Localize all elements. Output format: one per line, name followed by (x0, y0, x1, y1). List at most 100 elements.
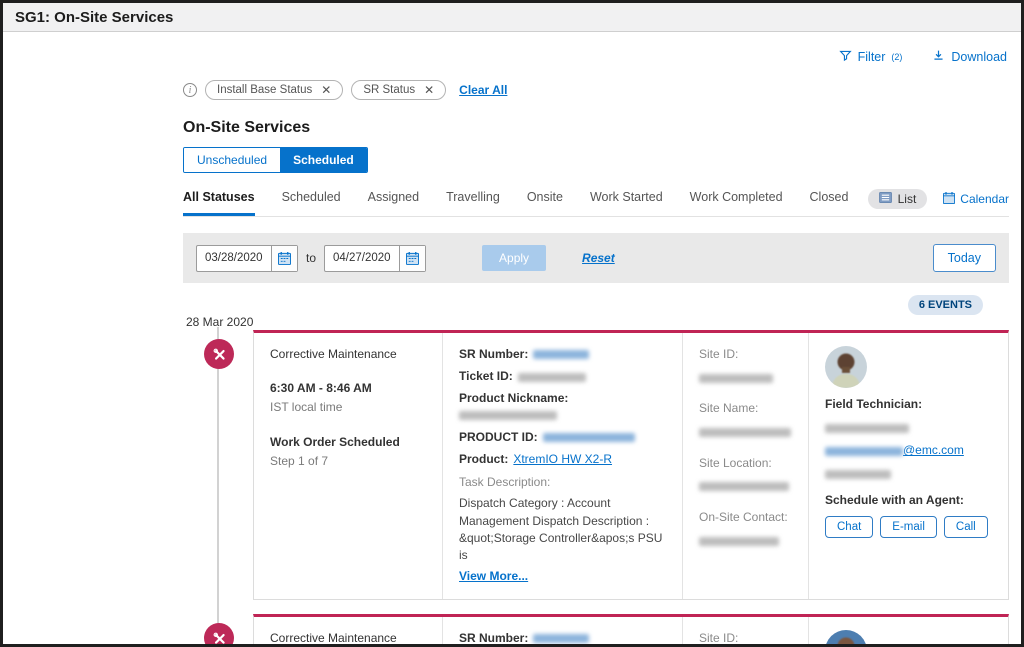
event-summary-column: Corrective Maintenance 6:30 AM - 8:46 AM… (254, 333, 442, 599)
product-label: Product: (459, 452, 508, 466)
site-info-column: Site ID: Site Name: Site Location: On-Si… (682, 333, 808, 599)
page-title: On-Site Services (183, 119, 1009, 137)
filter-label: Filter (858, 50, 886, 64)
technician-name-redacted (825, 424, 909, 433)
status-tabs-row: All Statuses Scheduled Assigned Travelli… (183, 189, 1009, 217)
tab-onsite[interactable]: Onsite (527, 190, 563, 216)
today-button[interactable]: Today (933, 244, 996, 272)
filter-button[interactable]: Filter(2) (839, 49, 903, 65)
events-timeline: 28 Mar 2020 Corrective Maintenance 6:30 … (183, 317, 1009, 647)
sr-number-label: SR Number: (459, 631, 528, 645)
end-date-group (324, 245, 426, 272)
close-icon[interactable]: ✕ (424, 84, 434, 96)
tab-work-completed[interactable]: Work Completed (690, 190, 783, 216)
onsite-contact-value-redacted (699, 537, 779, 546)
event-step: Step 1 of 7 (270, 453, 426, 469)
calendar-icon (943, 192, 955, 207)
ticket-id-label: Ticket ID: (459, 369, 513, 383)
technician-column: Field Technician: @emc.com Schedule with… (808, 617, 1008, 647)
email-button[interactable]: E-mail (880, 516, 937, 538)
sr-number-value-redacted[interactable] (533, 350, 589, 359)
product-nickname-value-redacted (459, 411, 557, 420)
site-id-value-redacted (699, 374, 773, 383)
view-more-link[interactable]: View More... (459, 568, 528, 584)
list-view-button[interactable]: List (868, 189, 928, 209)
task-description-label: Task Description: (459, 474, 666, 490)
event-type: Corrective Maintenance (270, 630, 426, 646)
event-card: Corrective Maintenance 9:30 AM - 11:17 A… (253, 614, 1009, 647)
download-icon (932, 49, 945, 65)
status-tabs: All Statuses Scheduled Assigned Travelli… (183, 190, 848, 216)
technician-avatar (825, 630, 867, 647)
main-content: Filter(2) Download i Install Base Status… (183, 32, 1009, 644)
end-date-calendar-button[interactable] (399, 246, 425, 271)
tab-travelling[interactable]: Travelling (446, 190, 500, 216)
sr-number-value-redacted[interactable] (533, 634, 589, 643)
service-request-column: SR Number: Ticket ID: Product Nickname: … (442, 333, 682, 599)
chip-install-base-status[interactable]: Install Base Status ✕ (205, 80, 343, 100)
site-info-column: Site ID: Site Name: Site Location: On-Si… (682, 617, 808, 647)
field-technician-label: Field Technician: (825, 396, 992, 412)
filter-chips-row: i Install Base Status ✕ SR Status ✕ Clea… (183, 80, 1009, 100)
calendar-view-button[interactable]: Calendar (943, 192, 1009, 207)
site-id-label: Site ID: (699, 630, 792, 646)
unscheduled-toggle-button[interactable]: Unscheduled (184, 148, 280, 172)
event-timezone: IST local time (270, 399, 426, 415)
site-location-label: Site Location: (699, 455, 792, 471)
window-title-bar: SG1: On-Site Services (3, 3, 1021, 32)
info-icon: i (183, 83, 197, 97)
onsite-contact-label: On-Site Contact: (699, 509, 792, 525)
event-type: Corrective Maintenance (270, 346, 426, 362)
call-button[interactable]: Call (944, 516, 988, 538)
technician-email-domain[interactable]: @emc.com (903, 443, 964, 457)
technician-email-user-redacted[interactable] (825, 447, 903, 456)
events-count-badge: 6 EVENTS (908, 295, 983, 315)
maintenance-tools-icon (204, 623, 234, 647)
chat-button[interactable]: Chat (825, 516, 873, 538)
agent-buttons: Chat E-mail Call (825, 516, 992, 538)
chip-label: SR Status (363, 84, 415, 96)
tab-all-statuses[interactable]: All Statuses (183, 190, 255, 216)
toolbar: Filter(2) Download (183, 49, 1009, 65)
schedule-toggle: Unscheduled Scheduled (183, 147, 368, 173)
product-link[interactable]: XtremIO HW X2-R (513, 452, 612, 466)
tab-closed[interactable]: Closed (810, 190, 849, 216)
scheduled-toggle-button[interactable]: Scheduled (280, 148, 367, 172)
calendar-view-label: Calendar (960, 192, 1009, 206)
site-name-label: Site Name: (699, 400, 792, 416)
event-summary-column: Corrective Maintenance 9:30 AM - 11:17 A… (254, 617, 442, 647)
reset-link[interactable]: Reset (582, 251, 615, 265)
sr-number-label: SR Number: (459, 347, 528, 361)
maintenance-tools-icon (204, 339, 234, 369)
start-date-calendar-button[interactable] (271, 246, 297, 271)
tab-scheduled[interactable]: Scheduled (282, 190, 341, 216)
download-button[interactable]: Download (932, 49, 1007, 65)
list-icon (879, 192, 892, 206)
clear-all-link[interactable]: Clear All (459, 83, 507, 97)
event-card-grid: Corrective Maintenance 9:30 AM - 11:17 A… (254, 617, 1008, 647)
view-mode-switch: List Calendar (868, 189, 1009, 216)
chip-sr-status[interactable]: SR Status ✕ (351, 80, 446, 100)
apply-button[interactable]: Apply (482, 245, 546, 271)
app-window: SG1: On-Site Services Filter(2) Download… (0, 0, 1024, 647)
service-request-column: SR Number: Ticket ID: Product Nickname: … (442, 617, 682, 647)
close-icon[interactable]: ✕ (321, 84, 331, 96)
tab-work-started[interactable]: Work Started (590, 190, 663, 216)
timeline-date: 28 Mar 2020 (186, 315, 253, 329)
schedule-agent-label: Schedule with an Agent: (825, 492, 992, 508)
timeline-line (217, 327, 219, 647)
product-id-label: PRODUCT ID: (459, 430, 538, 444)
technician-phone-redacted (825, 470, 891, 479)
start-date-group (196, 245, 298, 272)
funnel-icon (839, 49, 852, 65)
ticket-id-value-redacted (518, 373, 586, 382)
site-name-value-redacted (699, 428, 791, 437)
site-id-label: Site ID: (699, 346, 792, 362)
list-view-label: List (898, 192, 917, 206)
product-id-value-redacted[interactable] (543, 433, 635, 442)
tab-assigned[interactable]: Assigned (368, 190, 419, 216)
start-date-input[interactable] (197, 246, 271, 271)
end-date-input[interactable] (325, 246, 399, 271)
download-label: Download (951, 50, 1007, 64)
events-badge-row: 6 EVENTS (183, 295, 1009, 315)
